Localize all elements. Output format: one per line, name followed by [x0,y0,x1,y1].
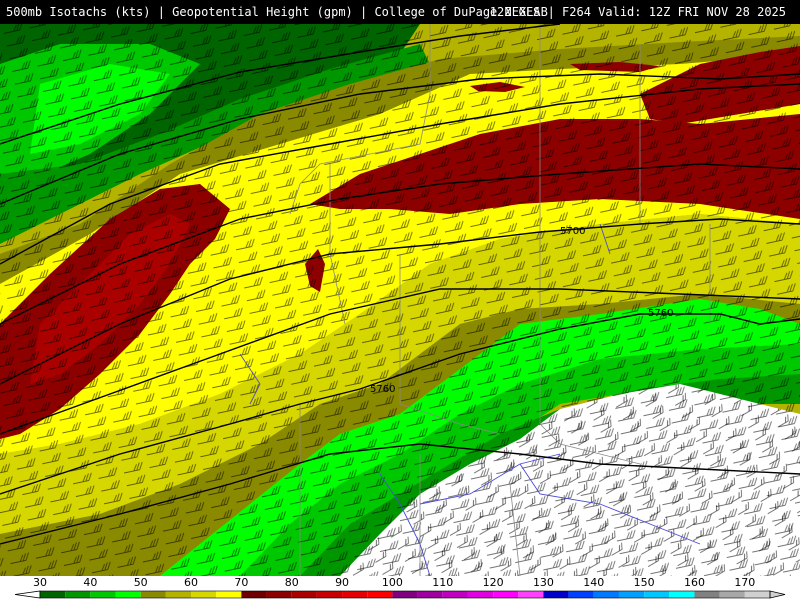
legend-tick-label: 50 [134,576,148,589]
legend-swatch [90,591,116,598]
legend-tick-label: 90 [335,576,349,589]
legend-tick-labels: 30 40 50 60 70 80 90 100 110 120 130 140 150 160 170 [33,576,755,589]
legend-swatch [191,591,217,598]
legend-swatch [644,591,670,598]
legend-tick-label: 100 [382,576,403,589]
legend-swatch [216,591,242,598]
legend-swatch [669,591,695,598]
model-run-title: 12Z GFS | F264 Valid: 12Z FRI NOV 28 202… [489,5,786,19]
legend-tick-label: 150 [634,576,655,589]
legend-tick-label: 130 [533,576,554,589]
legend-swatch [593,591,619,598]
legend-arrow-right [769,590,786,599]
legend-swatch [40,591,66,598]
legend-swatch [392,591,418,598]
legend-tick-label: 30 [33,576,47,589]
legend-swatch [115,591,141,598]
legend-color-bar [14,590,786,599]
legend-tick-label: 40 [83,576,97,589]
legend-swatch [165,591,192,598]
color-legend: 30 40 50 60 70 80 90 100 110 120 130 140 150 160 170 [0,576,800,600]
legend-arrow-left [14,590,41,599]
legend-tick-label: 140 [583,576,604,589]
legend-tick-label: 60 [184,576,198,589]
header-bar: 500mb Isotachs (kts) | Geopotential Heig… [0,0,800,24]
contour-label-5700: 5700 [560,226,585,237]
legend-swatch [467,591,494,598]
legend-tick-label: 110 [432,576,453,589]
legend-swatch [719,591,745,598]
legend-swatch [367,591,393,598]
legend-swatch [518,591,544,598]
legend-swatch [266,591,292,598]
legend-swatch [543,591,569,598]
legend-tick-label: 160 [684,576,705,589]
legend-swatch [493,591,519,598]
legend-swatch [241,591,267,598]
contour-label-5760-west: 5760 [370,384,395,395]
contour-label-5760-east: 5760 [648,308,673,319]
map-frame: 500mb Isotachs (kts) | Geopotential Heig… [0,0,800,600]
legend-tick-label: 120 [483,576,504,589]
legend-swatch [618,591,645,598]
product-title: 500mb Isotachs (kts) | Geopotential Heig… [6,5,548,19]
isotach-map: 5700 5760 5760 [0,24,800,576]
legend-swatch [442,591,468,598]
legend-tick-label: 170 [734,576,755,589]
legend-tick-label: 80 [285,576,299,589]
legend-swatch [65,591,91,598]
legend-swatch [744,591,770,598]
legend-swatch [140,591,166,598]
legend-swatch [694,591,720,598]
legend-swatch [291,591,317,598]
legend-swatch [342,591,368,598]
legend-swatch [316,591,343,598]
legend-swatch [568,591,594,598]
legend-swatch [417,591,443,598]
legend-tick-label: 70 [234,576,248,589]
